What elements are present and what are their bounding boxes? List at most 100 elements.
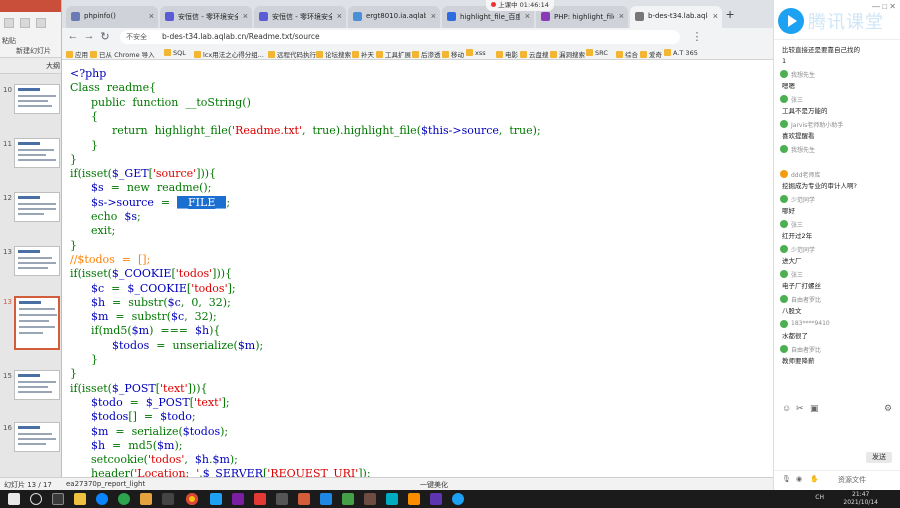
chat-username[interactable]: 183****9410 (791, 320, 830, 327)
slide-thumbnail[interactable] (14, 138, 60, 168)
bookmark-item[interactable]: 云盘搜 (520, 49, 549, 59)
ribbon-new-slide-label[interactable]: 新建幻灯片 (16, 46, 51, 56)
avatar[interactable] (780, 220, 788, 228)
bookmark-item[interactable]: 综合 (616, 49, 638, 59)
bookmark-item[interactable]: A.T 365 (664, 49, 698, 57)
avatar[interactable] (780, 120, 788, 128)
slide-thumbnail[interactable] (14, 84, 60, 114)
chat-username[interactable]: 少范同学 (791, 195, 815, 204)
avatar[interactable] (780, 70, 788, 78)
input-language[interactable]: CH (815, 494, 824, 501)
file-explorer-icon[interactable] (74, 493, 86, 505)
bookmark-item[interactable]: 爱奇 (640, 49, 662, 59)
chat-username[interactable]: 自由者罗比 (791, 295, 821, 304)
edge-icon[interactable] (96, 493, 108, 505)
settings-icon[interactable]: ⚙ (884, 403, 892, 414)
beautify-button[interactable]: 一键美化 (420, 480, 448, 490)
bookmark-item[interactable]: 远程代码执行 (268, 49, 316, 59)
bookmark-item[interactable]: 论坛搜索 (316, 49, 351, 59)
avatar[interactable] (780, 270, 788, 278)
camera-icon[interactable]: ◉ (796, 475, 802, 483)
slide-thumbnail[interactable] (14, 422, 60, 452)
slide-thumbnail[interactable] (14, 192, 60, 222)
bookmark-item[interactable]: 漏洞搜索 (550, 49, 585, 59)
browser-tab[interactable]: 安恒信 - 零环境安全社区 × (254, 6, 346, 28)
browser-tab[interactable]: phpinfo() × (66, 6, 158, 28)
new-slide-icon[interactable] (20, 18, 30, 28)
layout-icon[interactable] (36, 18, 46, 28)
browser-tab[interactable]: 安恒信 - 零环境安全社区 × (160, 6, 252, 28)
app-icon[interactable] (408, 493, 420, 505)
chat-username[interactable]: 少范同学 (791, 245, 815, 254)
avatar[interactable] (780, 320, 788, 328)
avatar[interactable] (780, 170, 788, 178)
app-icon[interactable] (276, 493, 288, 505)
wps-icon[interactable] (298, 493, 310, 505)
resources-label[interactable]: 资源文件 (838, 475, 866, 485)
app-icon[interactable] (118, 493, 130, 505)
bookmark-item[interactable]: 移动 (442, 49, 464, 59)
emoji-icon[interactable]: ☺ (782, 403, 791, 413)
app-icon[interactable] (386, 493, 398, 505)
app-icon[interactable] (342, 493, 354, 505)
tencent-classroom-icon[interactable] (452, 493, 464, 505)
browser-tab-active[interactable]: b-des-t34.lab.aqlab.cn × (630, 6, 722, 28)
browser-tab[interactable]: ergt8010.ia.aqlab.cn/u × (348, 6, 440, 28)
close-icon[interactable]: × (243, 11, 248, 21)
bookmark-item[interactable]: 补天 (352, 49, 374, 59)
close-icon[interactable]: × (713, 11, 718, 21)
app-icon[interactable] (140, 493, 152, 505)
app-icon[interactable] (232, 493, 244, 505)
close-icon[interactable]: × (431, 11, 436, 21)
image-icon[interactable]: ▣ (810, 403, 819, 414)
avatar[interactable] (780, 95, 788, 103)
app-icon[interactable] (162, 493, 174, 505)
hand-icon[interactable]: ✋ (810, 475, 819, 483)
bookmark-item[interactable]: 应用 (66, 49, 88, 59)
close-icon[interactable]: × (619, 11, 624, 21)
bookmark-item[interactable]: 后渗透 (412, 49, 441, 59)
slide-thumbnail[interactable] (14, 246, 60, 276)
paste-icon[interactable] (4, 18, 14, 28)
app-icon[interactable] (254, 493, 266, 505)
task-view-icon[interactable] (52, 493, 64, 505)
avatar[interactable] (780, 245, 788, 253)
chat-username[interactable]: 自由者罗比 (791, 345, 821, 354)
forward-icon[interactable]: → (82, 30, 96, 42)
chrome-icon[interactable] (186, 493, 198, 505)
extensions-icon[interactable]: ⋮ (690, 30, 704, 43)
scissors-icon[interactable]: ✂ (796, 403, 804, 414)
bookmark-item[interactable]: 工具扩展 (376, 49, 411, 59)
avatar[interactable] (780, 145, 788, 153)
close-icon[interactable]: × (525, 11, 530, 21)
chat-username[interactable]: Jarvis老师助小助手 (791, 120, 843, 129)
windows-start-icon[interactable] (8, 493, 20, 505)
bookmark-item[interactable]: 已从 Chrome 导入 (90, 49, 155, 59)
avatar[interactable] (780, 295, 788, 303)
bookmark-item[interactable]: 电影 (496, 49, 518, 59)
app-icon[interactable] (210, 493, 222, 505)
window-controls[interactable]: — □ ✕ (872, 2, 896, 11)
slide-thumbnail[interactable] (14, 370, 60, 400)
chat-username[interactable]: 我想先生 (791, 70, 815, 79)
chat-username[interactable]: 张三 (791, 95, 803, 104)
send-button[interactable]: 发送 (866, 452, 892, 463)
bookmark-item[interactable]: SRC (586, 49, 608, 57)
ribbon-paste-label[interactable]: 粘贴 (2, 36, 16, 46)
reload-icon[interactable]: ↻ (98, 30, 112, 43)
search-icon[interactable] (30, 493, 42, 505)
bookmark-item[interactable]: lcx用法之心得分组... (194, 49, 264, 59)
avatar[interactable] (780, 195, 788, 203)
close-icon[interactable]: × (337, 11, 342, 21)
bookmark-item[interactable]: SQL (164, 49, 186, 57)
chat-username[interactable]: 我想先生 (791, 145, 815, 154)
avatar[interactable] (780, 345, 788, 353)
mic-icon[interactable]: 🎙 (782, 475, 791, 483)
app-icon[interactable] (320, 493, 332, 505)
not-secure-label[interactable]: 不安全 (126, 32, 147, 42)
url-input[interactable]: 不安全 b-des-t34.lab.aqlab.cn/Readme.txt/so… (120, 30, 680, 44)
slide-thumbnail-selected[interactable] (14, 296, 60, 350)
bookmark-item[interactable]: xss (466, 49, 486, 57)
back-icon[interactable]: ← (66, 30, 80, 42)
clock[interactable]: 21:47 2021/10/14 (843, 491, 878, 507)
